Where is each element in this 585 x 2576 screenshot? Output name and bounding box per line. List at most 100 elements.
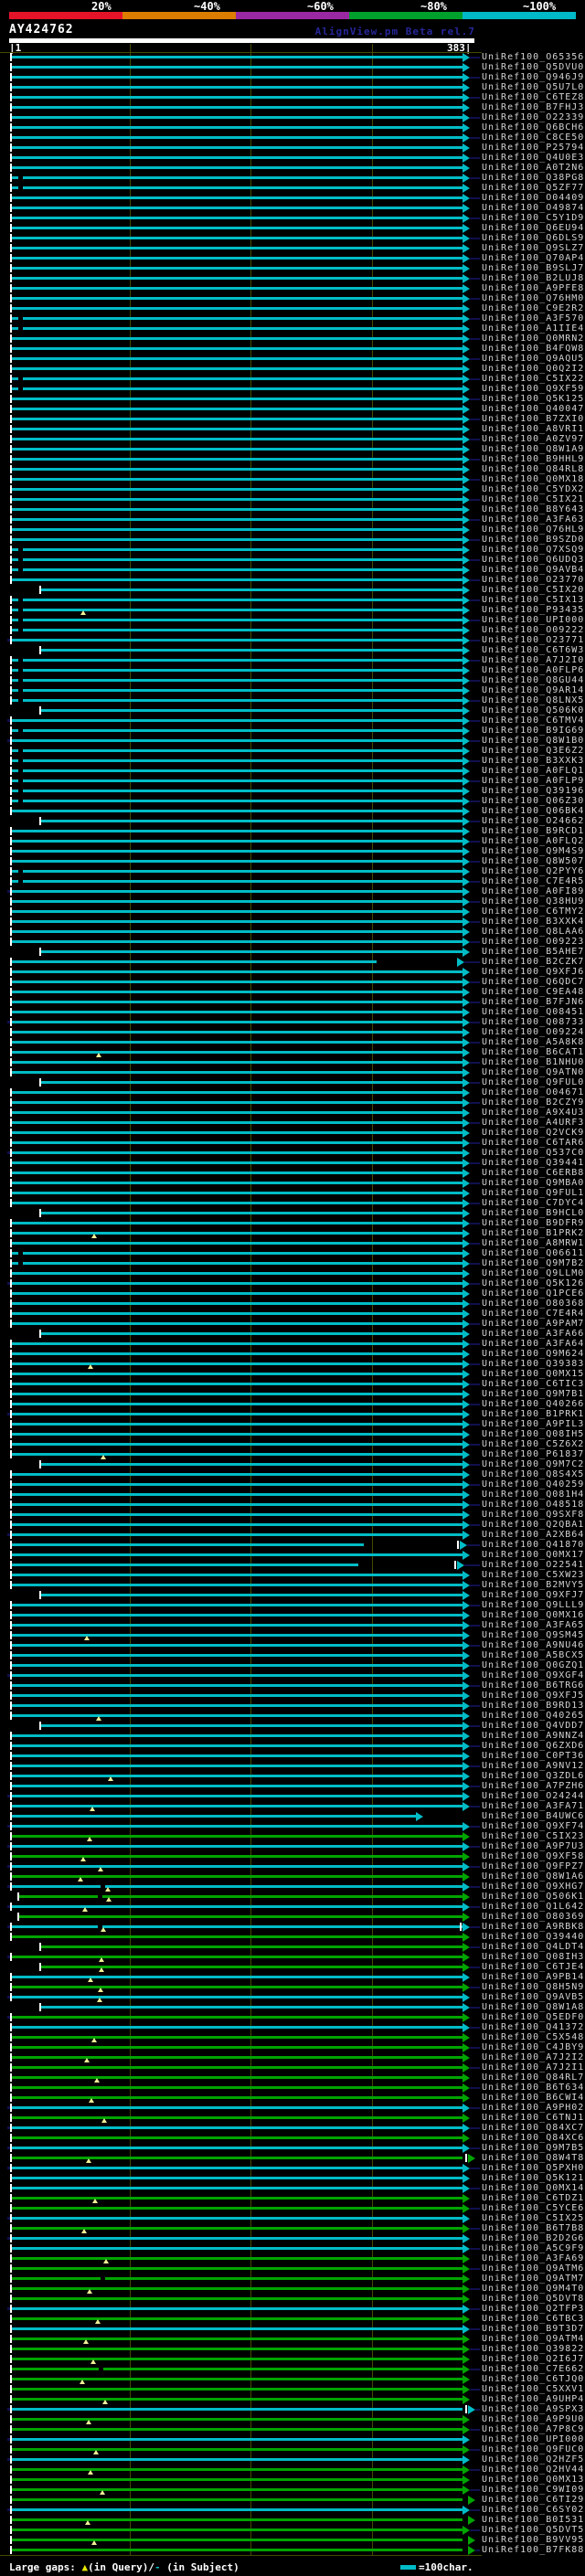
hit-label: UniRef100_B7ZXI0 [482, 414, 585, 424]
subject-overhang-right [470, 1866, 480, 1868]
hit-row: UniRef100_B2D2G6 [0, 2233, 585, 2243]
arrow-right-icon [463, 2385, 470, 2394]
hit-row: UniRef100_Q9FUL1 [0, 1188, 585, 1198]
alignment-bar [12, 1775, 463, 1777]
arrow-right-icon [463, 897, 470, 906]
hit-label: UniRef100_Q0MX15 [482, 1369, 585, 1379]
hit-row: UniRef100_B3XXK3 [0, 756, 585, 766]
hit-label: UniRef100_B7FJN6 [482, 997, 585, 1007]
hit-row: UniRef100_Q8W1A6 [0, 1871, 585, 1882]
hit-label: UniRef100_A9NNZ4 [482, 1731, 585, 1741]
alignment-bar [12, 2448, 463, 2451]
hit-label: UniRef100_Q0Q2I2 [482, 364, 585, 374]
arrow-right-icon [463, 93, 470, 102]
hit-row: UniRef100_Q9SXF8 [0, 1510, 585, 1520]
hit-label: UniRef100_B6CAT1 [482, 1047, 585, 1057]
hit-label: UniRef100_Q8W1A8 [482, 2002, 585, 2012]
hit-row: UniRef100_B9DFR9 [0, 1218, 585, 1228]
hit-row: UniRef100_Q84XC6 [0, 2133, 585, 2143]
hit-row: UniRef100_Q84RL7 [0, 2072, 585, 2083]
hit-label: UniRef100_B9RD13 [482, 1701, 585, 1711]
subject-gap-mark [18, 749, 23, 752]
alignment-bar [12, 1342, 463, 1345]
alignment-bar [12, 880, 463, 883]
hit-row: UniRef100_A0FLQ1 [0, 766, 585, 776]
hit-label: UniRef100_A9P7U3 [482, 1841, 585, 1851]
hit-label: UniRef100_Q84RL7 [482, 2072, 585, 2083]
hit-label: UniRef100_B9HHL9 [482, 454, 585, 464]
alignment-bar [12, 850, 463, 853]
subject-overhang-right [470, 1745, 480, 1747]
hit-label: UniRef100_C4JBY9 [482, 2042, 585, 2052]
alignment-bar [12, 2307, 463, 2310]
hit-label: UniRef100_Q08IH3 [482, 1952, 585, 1962]
plot-bottom-border [0, 2555, 482, 2556]
hit-row: UniRef100_Q38HU9 [0, 896, 585, 906]
alignment-bar [12, 1423, 463, 1426]
arrow-right-icon [463, 1390, 470, 1399]
scale-segment [236, 12, 349, 19]
hit-label: UniRef100_C6TNJ1 [482, 2113, 585, 2123]
hit-label: UniRef100_A7PZH6 [482, 1781, 585, 1791]
arrow-right-icon [463, 807, 470, 816]
alignment-bar [12, 679, 463, 682]
alignment-bar [12, 2096, 463, 2099]
alignment-bar [12, 1171, 463, 1174]
arrow-right-icon [463, 566, 470, 575]
hit-label: UniRef100_Q0MX17 [482, 1550, 585, 1560]
arrow-right-icon [463, 1410, 470, 1419]
hit-label: UniRef100_C6TAR6 [482, 1138, 585, 1148]
arrow-right-icon [463, 1581, 470, 1590]
hit-row: UniRef100_A7PZH6 [0, 1781, 585, 1791]
hit-row: UniRef100_O48518 [0, 1500, 585, 1510]
hit-label: UniRef100_C5IX22 [482, 374, 585, 384]
arrow-right-icon [463, 938, 470, 947]
alignment-bar [12, 699, 463, 702]
hit-row: UniRef100_Q081H4 [0, 1489, 585, 1500]
hit-label: UniRef100_Q5PXH0 [482, 2163, 585, 2173]
hit-label: UniRef100_A5C9F9 [482, 2243, 585, 2253]
hit-row: UniRef100_Q8LAA6 [0, 927, 585, 937]
alignment-bar [12, 217, 463, 219]
alignment-bar [12, 568, 463, 571]
arrow-right-icon [463, 2445, 470, 2454]
alignment-bar [12, 1624, 463, 1627]
arrow-right-icon [463, 2234, 470, 2243]
hit-label: UniRef100_Q8LNX5 [482, 695, 585, 705]
hit-row: UniRef100_Q9M7B1 [0, 1389, 585, 1399]
alignment-bar [12, 1242, 463, 1245]
arrow-right-icon [463, 2214, 470, 2223]
alignment-bar [12, 1654, 463, 1657]
hit-label: UniRef100_O49874 [482, 203, 585, 213]
subject-overhang-right [470, 2489, 480, 2491]
hit-label: UniRef100_Q506K1 [482, 1892, 585, 1902]
hit-label: UniRef100_C5YDX2 [482, 484, 585, 494]
subject-overhang-right [470, 1303, 480, 1305]
hit-label: UniRef100_C6TBC3 [482, 2314, 585, 2324]
arrow-right-icon [463, 586, 470, 595]
hit-label: UniRef100_P93435 [482, 605, 585, 615]
hit-label: UniRef100_A4URF3 [482, 1118, 585, 1128]
hit-row: UniRef100_Q08451 [0, 1007, 585, 1017]
alignment-bar [12, 1765, 463, 1767]
hit-label: UniRef100_Q5DVT8 [482, 2294, 585, 2304]
hit-row: UniRef100_O22541 [0, 1560, 585, 1570]
hit-row: UniRef100_O22339 [0, 112, 585, 122]
subject-overhang-right [470, 519, 480, 521]
arrow-right-icon [463, 948, 470, 957]
subject-overhang-right [470, 2208, 480, 2210]
alignment-end-tick [457, 1541, 459, 1549]
hit-label: UniRef100_Q9M4S9 [482, 846, 585, 856]
ruler-tick [130, 44, 131, 52]
alignment-bar [12, 1664, 463, 1667]
hit-label: UniRef100_O48518 [482, 1500, 585, 1510]
alignment-bar [19, 1915, 463, 1918]
subject-overhang-right [470, 740, 480, 742]
hit-row: UniRef100_Q5K125 [0, 394, 585, 404]
subject-gap-mark [18, 1262, 23, 1265]
hit-row: UniRef100_O09224 [0, 1027, 585, 1037]
hit-label: UniRef100_Q9ATM4 [482, 2334, 585, 2344]
subject-gap-mark [18, 377, 23, 380]
hit-row: UniRef100_A7J2I0 [0, 655, 585, 665]
scale-segment [349, 12, 463, 19]
